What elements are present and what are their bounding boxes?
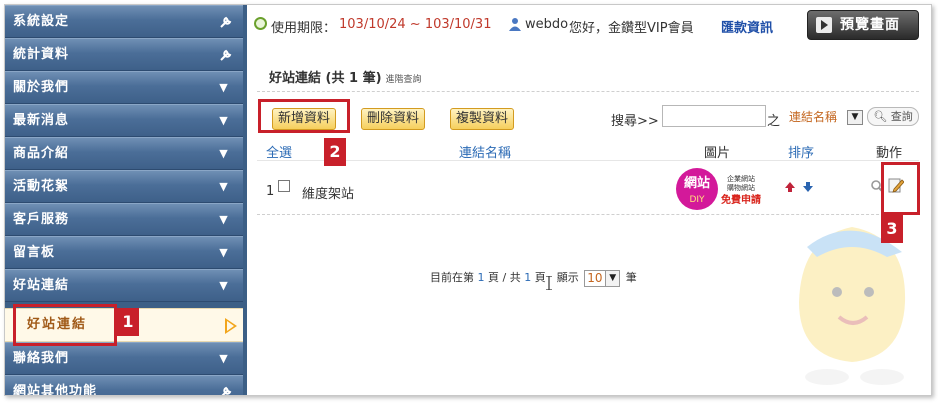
column-header-name[interactable]: 連結名稱 (459, 142, 511, 161)
search-label: 搜尋>> (611, 114, 659, 129)
page-title: 好站連結 (共 1 筆) 進階查詢 (269, 71, 422, 86)
chevron-down-icon: ▼ (219, 246, 229, 259)
preview-button[interactable]: 預覽畫面 (807, 10, 919, 40)
sidebar-item-label: 留言板 (13, 245, 56, 260)
column-header-sort[interactable]: 排序 (788, 142, 814, 161)
search-input[interactable] (662, 105, 766, 127)
member-greeting: 您好，金鑽型VIP會員 (569, 21, 694, 36)
sidebar-item-label: 系統設定 (13, 14, 70, 29)
chevron-down-icon: ▼ (605, 270, 620, 286)
chevron-down-icon: ▼ (219, 114, 229, 127)
copy-record-button[interactable]: 複製資料 (450, 108, 514, 130)
svg-text:網站: 網站 (684, 175, 710, 191)
row-index: 1 (266, 184, 275, 199)
divider (257, 91, 919, 92)
row-checkbox[interactable] (278, 180, 290, 192)
username: webdo (525, 17, 569, 32)
sort-down-icon[interactable] (803, 182, 813, 192)
wrench-icon (220, 16, 232, 28)
mascot-watermark (799, 227, 906, 385)
select-all-link[interactable]: 全選 (266, 142, 292, 161)
chevron-down-icon: ▼ (219, 213, 229, 226)
sidebar-item-news[interactable]: 最新消息 ▼ (5, 104, 243, 137)
sidebar-item-label: 關於我們 (13, 80, 70, 95)
sidebar-item-customer-service[interactable]: 客戶服務 ▼ (5, 203, 243, 236)
search-field-select[interactable]: 連結名稱 ▼ (789, 108, 863, 127)
divider (257, 214, 919, 215)
chevron-down-icon: ▼ (219, 147, 229, 160)
chevron-down-icon: ▼ (219, 180, 229, 193)
wrench-icon (220, 49, 232, 61)
divider (257, 160, 919, 161)
sidebar-item-products[interactable]: 商品介紹 ▼ (5, 137, 243, 170)
query-button[interactable]: 🔍︎ 查詢 (867, 107, 919, 126)
sidebar-item-label: 活動花絮 (13, 179, 70, 194)
svg-text:企業網站: 企業網站 (727, 174, 755, 183)
delete-record-button[interactable]: 刪除資料 (361, 108, 425, 130)
step-badge-3: 3 (881, 215, 903, 243)
sidebar-item-message-board[interactable]: 留言板 ▼ (5, 236, 243, 269)
user-icon (509, 18, 521, 31)
sidebar-item-label: 統計資料 (13, 47, 70, 62)
chevron-down-icon: ▼ (219, 352, 229, 365)
column-header-image: 圖片 (704, 146, 731, 161)
usage-label: 使用期限： (271, 21, 337, 36)
app-window: 系統設定 統計資料 關於我們 ▼ 最新消息 ▼ 商品介紹 ▼ 活動花絮 ▼ 客戶… (4, 4, 932, 396)
remit-info-link[interactable]: 匯款資訊 (721, 17, 773, 36)
highlight-box-sidebar-links (13, 304, 117, 346)
chevron-down-icon: ▼ (219, 81, 229, 94)
highlight-box-edit (881, 162, 920, 215)
search-icon: 🔍︎ (873, 110, 888, 123)
sidebar-item-label: 聯絡我們 (13, 351, 70, 366)
text-cursor-icon (546, 276, 552, 290)
usage-date-range: 103/10/24 ~ 103/10/31 (339, 17, 492, 32)
sidebar-item-about-us[interactable]: 關於我們 ▼ (5, 71, 243, 104)
clock-icon (254, 17, 267, 30)
sidebar-item-label: 網站其他功能 (13, 384, 98, 396)
svg-text:免費申請: 免費申請 (721, 193, 761, 206)
wrench-icon (221, 386, 232, 395)
sidebar-item-contact[interactable]: 聯絡我們 ▼ (5, 342, 243, 375)
total-pages: 1 (524, 271, 532, 284)
sidebar-item-links[interactable]: 好站連結 ▼ (5, 269, 243, 302)
current-page: 1 (477, 271, 485, 284)
pagination: 目前在第 1 頁 / 共 1 頁 顯示 10 ▼ 筆 (430, 269, 637, 287)
sidebar-item-label: 好站連結 (13, 278, 70, 293)
column-header-action: 動作 (876, 146, 903, 161)
step-badge-2: 2 (324, 138, 346, 166)
sidebar-item-other-functions[interactable]: 網站其他功能 (5, 375, 243, 396)
top-bar: 使用期限： 103/10/24 ~ 103/10/31 webdo 您好，金鑽型… (247, 5, 931, 47)
link-banner-image: 網站 DIY 企業網站 購物網站 免費申請 (676, 168, 761, 210)
search-of-label: 之 (767, 114, 781, 129)
row-link-name: 維度架站 (302, 187, 355, 202)
sidebar-item-label: 最新消息 (13, 113, 70, 128)
sidebar-item-events[interactable]: 活動花絮 ▼ (5, 170, 243, 203)
svg-text:購物網站: 購物網站 (727, 183, 755, 192)
sidebar-item-label: 商品介紹 (13, 146, 70, 161)
advanced-search-link[interactable]: 進階查詢 (386, 75, 422, 85)
sidebar-item-statistics[interactable]: 統計資料 (5, 38, 243, 71)
per-page-select[interactable]: 10 ▼ (584, 269, 621, 287)
sidebar-item-system-settings[interactable]: 系統設定 (5, 5, 243, 38)
sidebar-item-label: 客戶服務 (13, 212, 70, 227)
svg-text:DIY: DIY (689, 195, 705, 205)
chevron-down-icon: ▼ (219, 279, 229, 292)
sort-up-icon[interactable] (785, 182, 795, 192)
highlight-box-add-record (258, 99, 350, 133)
play-icon (816, 17, 832, 33)
step-badge-1: 1 (117, 308, 139, 336)
chevron-down-icon: ▼ (847, 110, 863, 125)
